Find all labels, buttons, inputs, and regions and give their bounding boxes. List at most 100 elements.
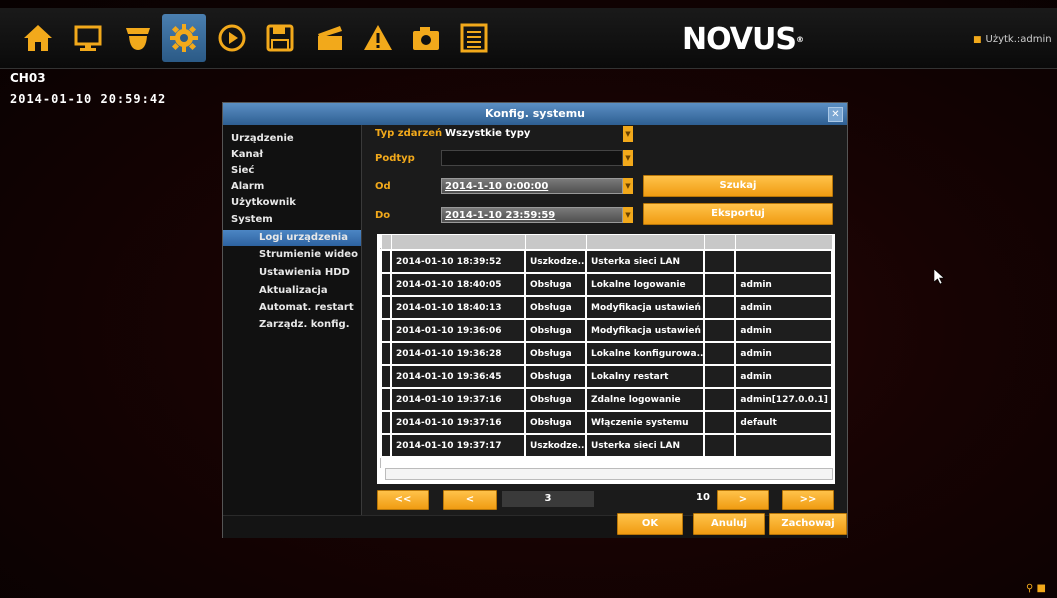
prev-page-button[interactable]: < [443,490,497,510]
sidebar-subitem-update[interactable]: Aktualizacja [259,285,328,296]
zoom-magnifier-icon: ⚲ [1026,583,1034,594]
save-button[interactable]: Zachowaj [769,513,847,535]
table-row[interactable]: 2014-01-10 19:36:45 Obsługa Lokalny restar… [380,364,834,389]
event-log-table: 2014-01-10 18:39:52 Uszkodze.. Usterka sie… [377,234,835,484]
row-selector[interactable] [380,249,392,274]
cell-description: Usterka sieci LAN [584,249,706,274]
ok-button[interactable]: OK [617,513,683,535]
table-row[interactable]: 2014-01-10 18:40:05 Obsługa Lokalne logowa… [380,272,834,297]
chevron-down-icon[interactable]: ▼ [623,150,633,166]
table-row[interactable]: 2014-01-10 19:37:16 Obsługa Włączenie syst… [380,410,834,435]
settings-gear-icon[interactable] [162,14,206,62]
chevron-down-icon[interactable]: ▼ [623,126,633,142]
cell-time: 2014-01-10 19:37:16 [390,410,526,435]
cell-description: Modyfikacja ustawień [584,295,706,320]
cell-time: 2014-01-10 19:37:17 [390,433,526,458]
sidebar-subitem-video-streams[interactable]: Strumienie wideo [259,249,358,260]
table-row[interactable]: 2014-01-10 18:39:52 Uszkodze.. Usterka sie… [380,249,834,274]
sidebar-item-channel[interactable]: Kanał [231,149,263,160]
alarm-warning-icon[interactable] [356,14,400,62]
chevron-down-icon[interactable]: ▼ [623,178,633,194]
column-header[interactable] [390,234,526,251]
row-selector[interactable] [380,295,392,320]
total-pages: 10 [696,492,710,503]
cell-time: 2014-01-10 19:36:28 [390,341,526,366]
first-page-button[interactable]: << [377,490,429,510]
sidebar-subitem-device-logs[interactable]: Logi urządzenia [223,230,361,246]
row-selector[interactable] [380,318,392,343]
cell-channel [703,318,737,343]
sidebar-subitem-config-management[interactable]: Zarządz. konfig. [259,319,350,330]
channel-label: CH03 [10,71,46,85]
sidebar-item-alarm[interactable]: Alarm [231,181,264,192]
cell-time: 2014-01-10 19:36:06 [390,318,526,343]
cell-channel [703,410,737,435]
sidebar-subitem-hdd-settings[interactable]: Ustawienia HDD [259,267,350,278]
cancel-button[interactable]: Anuluj [693,513,765,535]
cell-user: admin [734,318,834,343]
close-icon[interactable]: ✕ [828,107,843,122]
record-clapper-icon[interactable] [308,14,352,62]
record-status-icon: ■ [1036,583,1046,594]
row-selector[interactable] [380,410,392,435]
search-button[interactable]: Szukaj [643,175,833,197]
cell-time: 2014-01-10 19:37:16 [390,387,526,412]
row-selector[interactable] [380,387,392,412]
row-selector[interactable] [380,433,392,458]
cell-user: admin [734,341,834,366]
column-header[interactable] [734,234,833,251]
cell-type: Obsługa [524,272,587,297]
brand-logo: NOVUS® [682,22,804,57]
log-grid: 2014-01-10 18:39:52 Uszkodze.. Usterka sie… [380,234,834,458]
cell-time: 2014-01-10 19:36:45 [390,364,526,389]
cell-description: Zdalne logowanie [584,387,706,412]
row-selector[interactable] [380,341,392,366]
cell-description: Lokalne konfigurowa.. [584,341,706,366]
chevron-down-icon[interactable]: ▼ [623,207,633,223]
cell-user [734,433,834,458]
event-type-select[interactable]: Wszystkie typy [441,126,621,142]
row-selector[interactable] [380,364,392,389]
sidebar-subitem-auto-restart[interactable]: Automat. restart [259,302,354,313]
cell-type: Obsługa [524,387,587,412]
table-row[interactable]: 2014-01-10 19:36:06 Obsługa Modyfikacja us… [380,318,834,343]
home-icon[interactable] [16,14,60,62]
export-button[interactable]: Eksportuj [643,203,833,225]
snapshot-camera-icon[interactable] [404,14,448,62]
last-page-button[interactable]: >> [782,490,834,510]
log-list-icon[interactable] [452,14,496,62]
table-row[interactable]: 2014-01-10 18:40:13 Obsługa Modyfikacja us… [380,295,834,320]
sidebar-item-system[interactable]: System [231,214,273,225]
ptz-camera-icon[interactable] [116,14,160,62]
sidebar-item-user[interactable]: Użytkownik [231,197,296,208]
cell-type: Obsługa [524,410,587,435]
column-header[interactable] [524,234,587,251]
event-type-label: Typ zdarzeń [375,128,443,139]
backup-save-icon[interactable] [258,14,302,62]
cell-user: admin [734,272,834,297]
current-user-label: Użytk.:admin [985,34,1052,45]
horizontal-scrollbar[interactable] [385,468,833,480]
row-selector[interactable] [380,272,392,297]
playback-icon[interactable] [210,14,254,62]
table-header-row [380,234,833,251]
column-header[interactable] [585,234,705,251]
table-row[interactable]: 2014-01-10 19:37:16 Obsługa Zdalne logowan… [380,387,834,412]
cell-description: Włączenie systemu [584,410,706,435]
monitor-icon[interactable] [66,14,110,62]
subtype-select[interactable] [441,150,623,166]
dialog-title: Konfig. systemu [223,103,847,125]
cell-channel [703,433,737,458]
next-page-button[interactable]: > [717,490,769,510]
column-header[interactable] [703,234,736,251]
cell-description: Lokalny restart [584,364,706,389]
table-row[interactable]: 2014-01-10 19:36:28 Obsługa Lokalne konfig… [380,341,834,366]
sidebar-item-device[interactable]: Urządzenie [231,133,294,144]
sidebar-item-network[interactable]: Sieć [231,165,254,176]
table-row[interactable]: 2014-01-10 19:37:17 Uszkodze.. Usterka sie… [380,433,834,458]
current-page: 3 [502,491,594,507]
from-date-input[interactable]: 2014-1-10 0:00:00 [441,178,623,194]
cell-description: Lokalne logowanie [584,272,706,297]
cell-description: Modyfikacja ustawień [584,318,706,343]
to-date-input[interactable]: 2014-1-10 23:59:59 [441,207,623,223]
